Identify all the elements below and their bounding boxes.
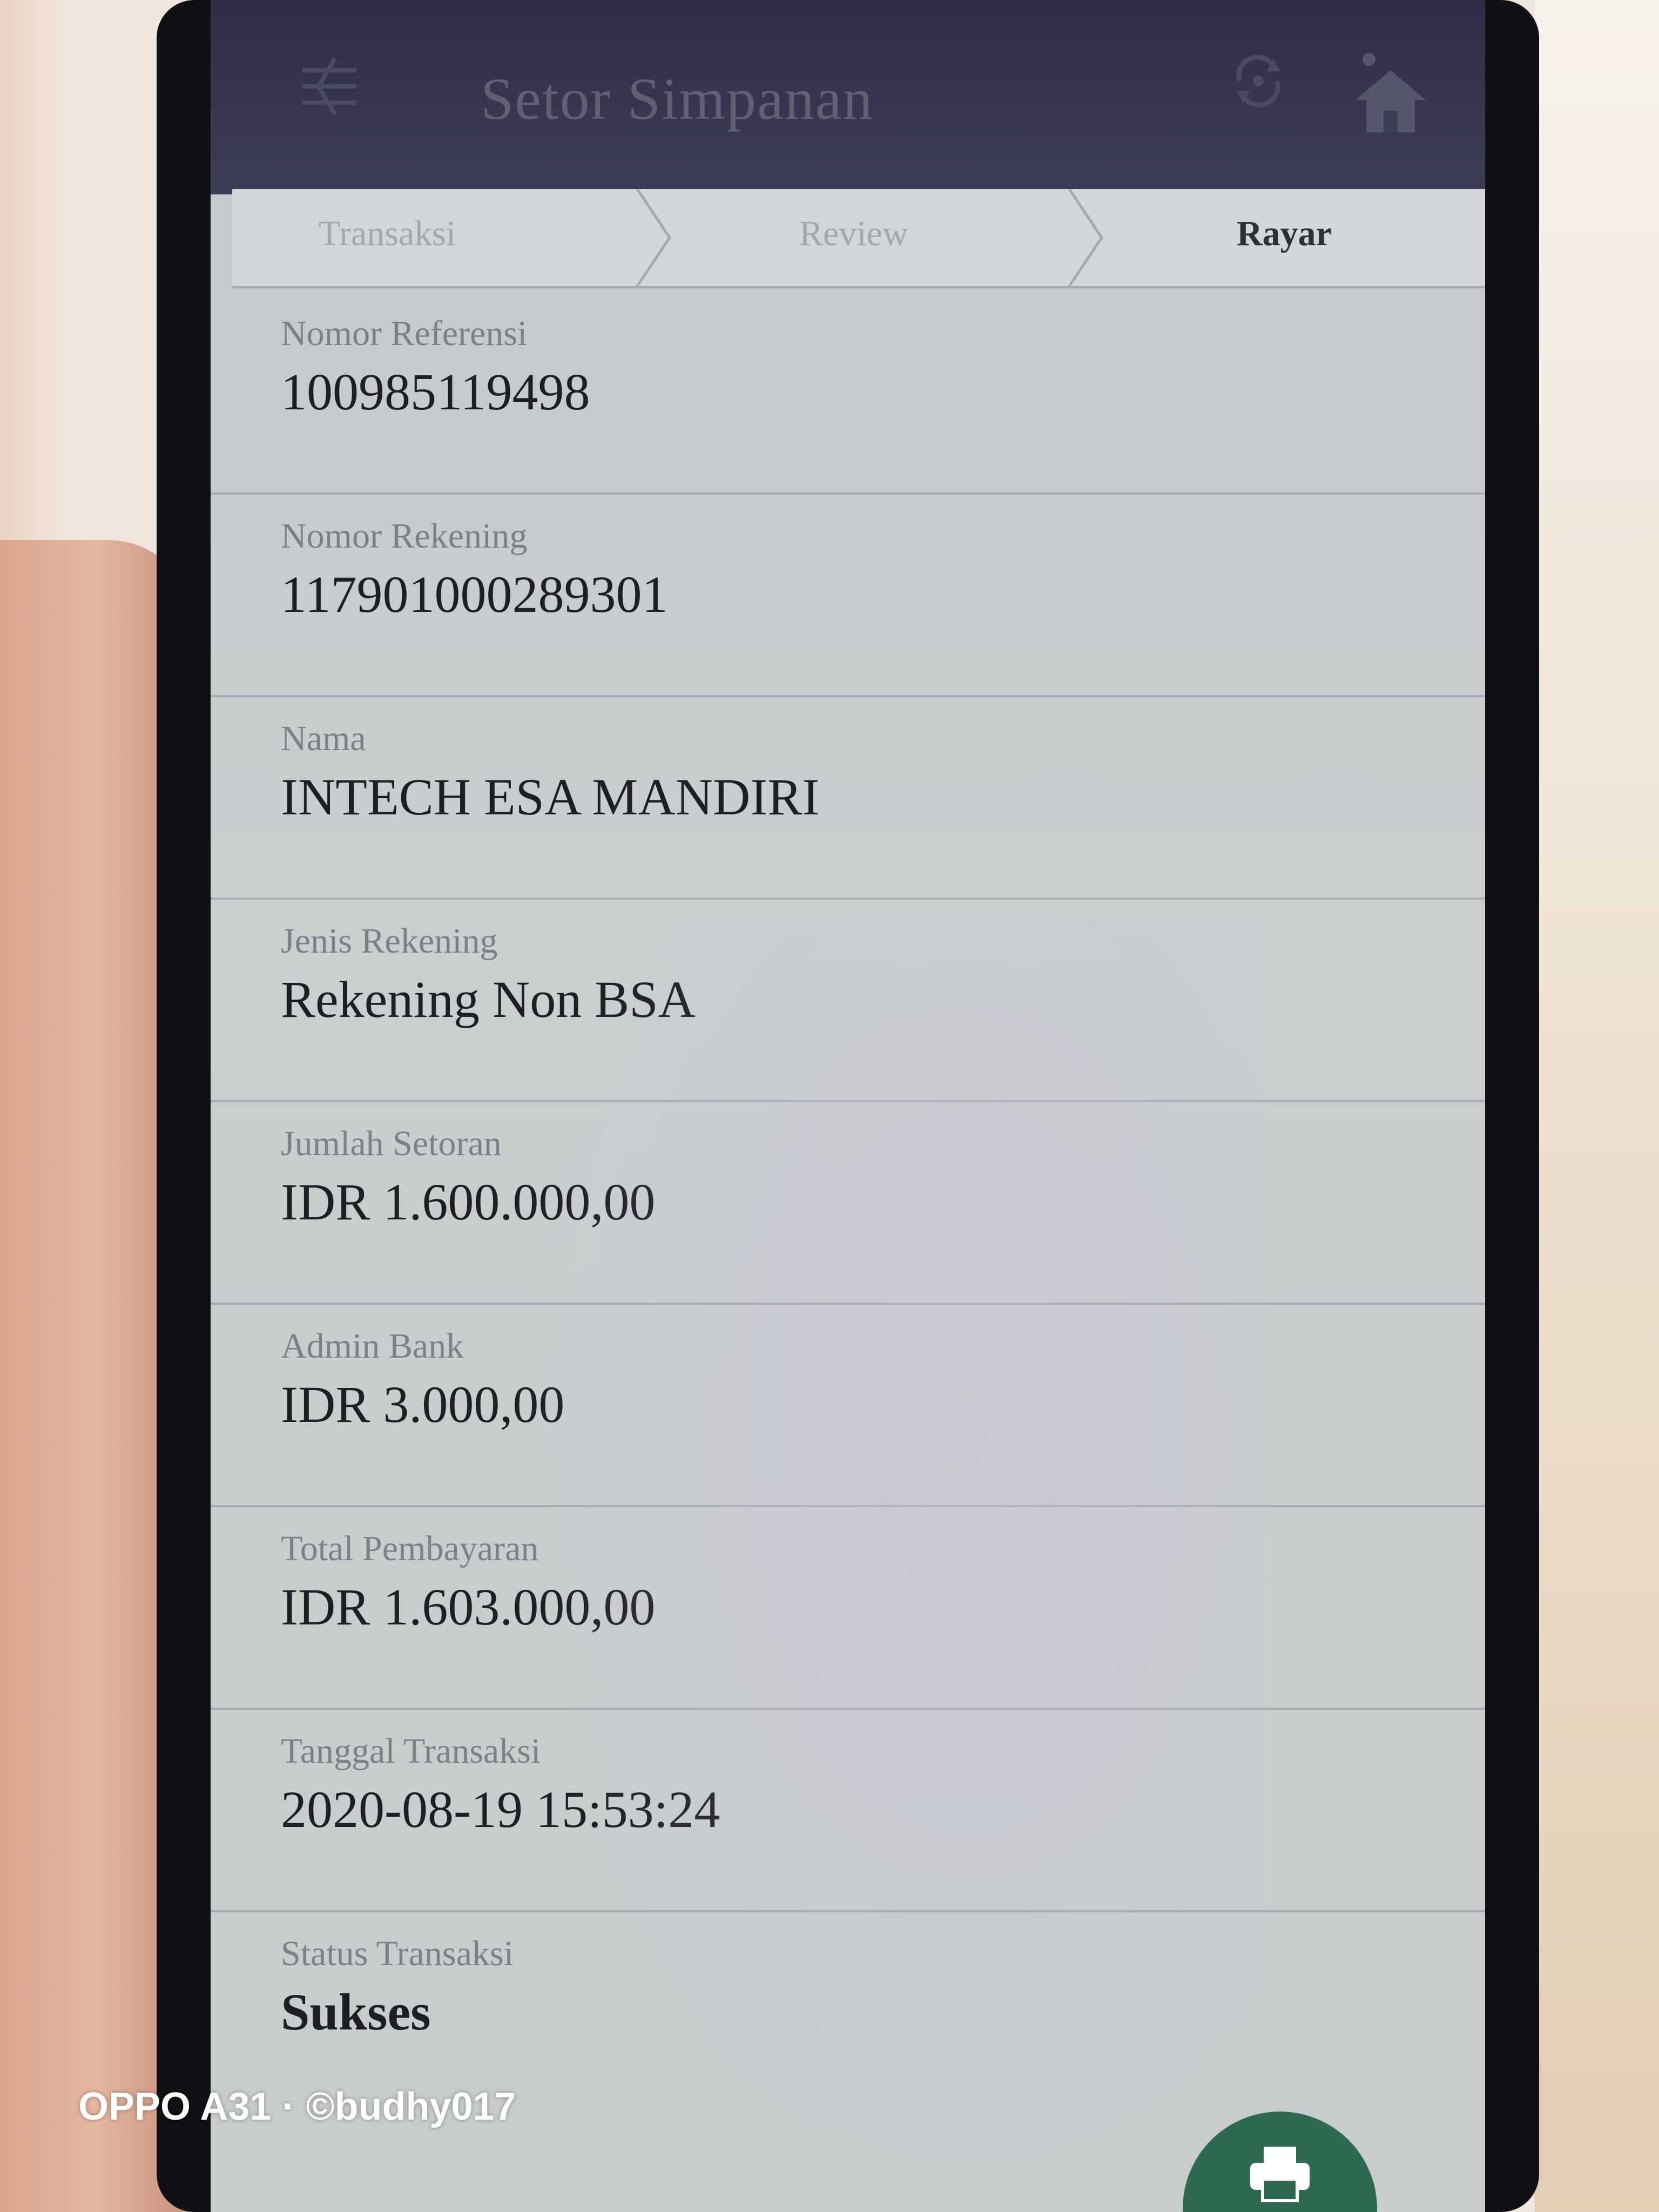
- field-value: INTECH ESA MANDIRI: [281, 768, 820, 826]
- field-jenis-rekening: Jenis Rekening Rekening Non BSA: [211, 899, 1485, 1102]
- field-label: Nomor Referensi: [281, 314, 528, 353]
- field-label: Nama: [281, 719, 366, 758]
- app-bar: Setor Simpanan: [211, 0, 1485, 194]
- field-value: IDR 1.603.000,00: [281, 1578, 656, 1636]
- print-button[interactable]: [1183, 2112, 1377, 2212]
- print-icon: [1250, 2147, 1310, 2202]
- step-rayar: Rayar: [1237, 214, 1332, 253]
- field-status-transaksi: Status Transaksi Sukses: [211, 1912, 1485, 2113]
- field-nomor-referensi: Nomor Referensi 100985119498: [211, 292, 1485, 495]
- field-label: Nomor Rekening: [281, 516, 528, 556]
- camera-watermark: OPPO A31 · ©budhy017: [78, 2085, 516, 2128]
- step-review: Review: [799, 214, 908, 253]
- home-icon[interactable]: [1350, 49, 1431, 135]
- app-title: Setor Simpanan: [481, 66, 874, 132]
- field-value: IDR 1.600.000,00: [281, 1173, 656, 1231]
- field-label: Jenis Rekening: [281, 921, 498, 961]
- field-tanggal-transaksi: Tanggal Transaksi 2020-08-19 15:53:24: [211, 1709, 1485, 1912]
- field-value: Rekening Non BSA: [281, 970, 696, 1028]
- phone-screen: Setor Simpanan Transaksi Review Rayar No…: [211, 0, 1485, 2212]
- step-chevron-icon: [1068, 189, 1104, 286]
- desk-background: [1535, 0, 1659, 2212]
- field-nama: Nama INTECH ESA MANDIRI: [211, 697, 1485, 900]
- step-chevron-icon: [636, 189, 672, 286]
- field-value: IDR 3.000,00: [281, 1375, 565, 1433]
- field-value: 2020-08-19 15:53:24: [281, 1781, 720, 1838]
- field-value: 117901000289301: [281, 565, 668, 623]
- step-transaksi: Transaksi: [319, 214, 456, 253]
- refresh-icon[interactable]: [1226, 49, 1291, 113]
- field-admin-bank: Admin Bank IDR 3.000,00: [211, 1304, 1485, 1507]
- field-nomor-rekening: Nomor Rekening 117901000289301: [211, 494, 1485, 697]
- field-value: Sukses: [281, 1983, 431, 2041]
- menu-back-icon[interactable]: [297, 54, 362, 119]
- field-label: Total Pembayaran: [281, 1529, 539, 1568]
- field-jumlah-setoran: Jumlah Setoran IDR 1.600.000,00: [211, 1102, 1485, 1305]
- field-label: Jumlah Setoran: [281, 1124, 502, 1163]
- field-total-pembayaran: Total Pembayaran IDR 1.603.000,00: [211, 1507, 1485, 1710]
- progress-stepper: Transaksi Review Rayar: [232, 189, 1485, 288]
- field-label: Admin Bank: [281, 1326, 464, 1366]
- field-label: Status Transaksi: [281, 1934, 514, 1973]
- field-label: Tanggal Transaksi: [281, 1731, 541, 1771]
- field-value: 100985119498: [281, 363, 590, 421]
